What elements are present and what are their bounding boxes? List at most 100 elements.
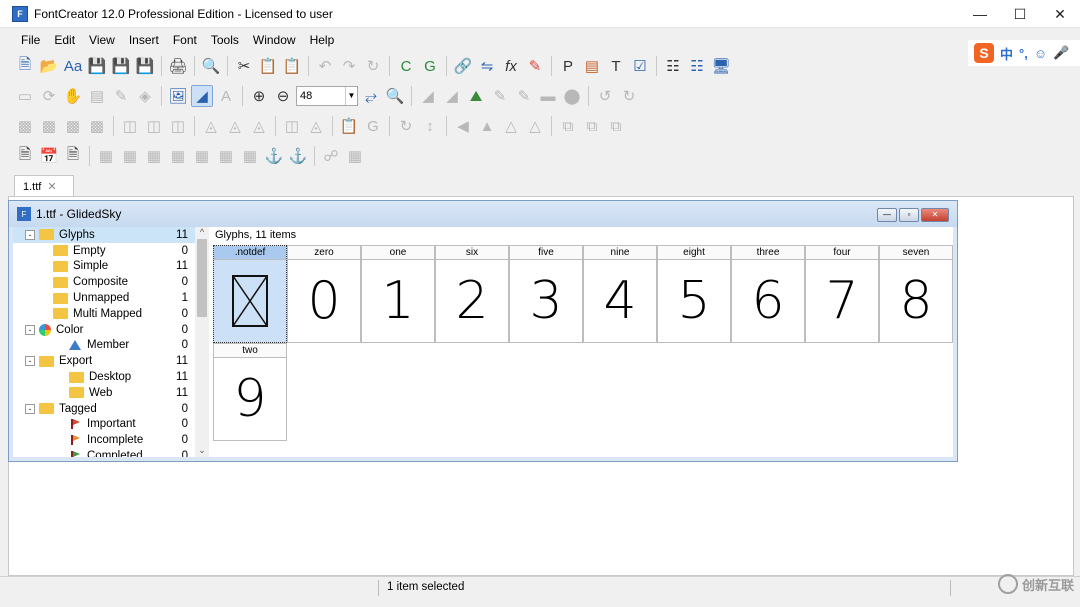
glyph-cell-nine[interactable]: nine 4: [583, 245, 657, 343]
hinting-icon[interactable]: ▦: [344, 145, 366, 167]
align-icon[interactable]: ▩: [86, 115, 108, 137]
align-left-icon[interactable]: ◫: [119, 115, 141, 137]
glyph-cell-two[interactable]: two 9: [213, 343, 287, 441]
menu-edit[interactable]: Edit: [47, 33, 82, 47]
close-button[interactable]: ✕: [1040, 0, 1080, 28]
font-preview-icon[interactable]: Aa: [62, 55, 84, 77]
rectangle-select-icon[interactable]: ▭: [14, 85, 36, 107]
glyph-g-icon[interactable]: G: [362, 115, 384, 137]
ruler-icon[interactable]: ▤: [86, 85, 108, 107]
collapse-icon[interactable]: -: [25, 403, 35, 414]
glyph-cell-eight[interactable]: eight 5: [657, 245, 731, 343]
minimize-button[interactable]: —: [877, 208, 897, 222]
triangle-icon[interactable]: ▲: [476, 115, 498, 137]
paste-icon[interactable]: 📋: [281, 55, 303, 77]
anchor-lock-icon[interactable]: ⚓: [287, 145, 309, 167]
scroll-up-icon[interactable]: ^: [195, 227, 209, 239]
calendar-icon[interactable]: 📅: [38, 145, 60, 167]
pencil-icon[interactable]: ✎: [110, 85, 132, 107]
intersect-icon[interactable]: ⧉: [605, 115, 627, 137]
new-document-icon[interactable]: 🗎: [14, 145, 36, 167]
align-bottom-icon[interactable]: ◬: [248, 115, 270, 137]
glyph-a-icon[interactable]: A: [215, 85, 237, 107]
tree-item-simple[interactable]: Simple 11: [13, 259, 208, 275]
pen-icon[interactable]: ✎: [513, 85, 535, 107]
glyph-cell-notdef[interactable]: .notdef: [213, 245, 287, 343]
align-middle-icon[interactable]: ◬: [224, 115, 246, 137]
triangle-icon[interactable]: △: [500, 115, 522, 137]
fill-icon[interactable]: ◈: [134, 85, 156, 107]
point-add-icon[interactable]: ◢: [441, 85, 463, 107]
tree-item-member[interactable]: Member 0: [13, 338, 208, 354]
menu-help[interactable]: Help: [303, 33, 342, 47]
function-icon[interactable]: fx: [500, 55, 522, 77]
hand-icon[interactable]: ✋: [62, 85, 84, 107]
zoom-out-icon[interactable]: ⊖: [272, 85, 294, 107]
undo-icon[interactable]: ↶: [314, 55, 336, 77]
minimize-button[interactable]: —: [960, 0, 1000, 28]
template-icon[interactable]: 🗎: [62, 145, 84, 167]
save-icon[interactable]: 💾: [86, 55, 108, 77]
nodes-icon[interactable]: ☍: [320, 145, 342, 167]
ellipse-icon[interactable]: ⬤: [561, 85, 583, 107]
insert-glyph-icon[interactable]: G: [419, 55, 441, 77]
web-icon[interactable]: ☷: [686, 55, 708, 77]
maximize-button[interactable]: ☐: [1000, 0, 1040, 28]
tree-item-empty[interactable]: Empty 0: [13, 243, 208, 259]
align-top-icon[interactable]: ◬: [200, 115, 222, 137]
ime-chinese-toggle[interactable]: 中: [1000, 44, 1013, 63]
insert-character-icon[interactable]: C: [395, 55, 417, 77]
properties-icon[interactable]: P: [557, 55, 579, 77]
tree-scrollbar[interactable]: ^ ⌄: [195, 227, 209, 457]
anchor-icon[interactable]: ⚓: [263, 145, 285, 167]
tree-item-color[interactable]: - Color 0: [13, 322, 208, 338]
point-icon[interactable]: ◢: [417, 85, 439, 107]
forward-icon[interactable]: ↻: [618, 85, 640, 107]
redo-icon[interactable]: ↷: [338, 55, 360, 77]
triangle-icon[interactable]: △: [524, 115, 546, 137]
menu-insert[interactable]: Insert: [122, 33, 166, 47]
subtract-icon[interactable]: ⧉: [581, 115, 603, 137]
preview-icon[interactable]: 🖼: [167, 85, 189, 107]
union-icon[interactable]: ⧉: [557, 115, 579, 137]
menu-tools[interactable]: Tools: [204, 33, 246, 47]
install-font-icon[interactable]: 🖥: [710, 55, 732, 77]
text-icon[interactable]: T: [605, 55, 627, 77]
ime-voice-icon[interactable]: 🎤: [1053, 45, 1069, 61]
grid-icon[interactable]: ▦: [119, 145, 141, 167]
close-button[interactable]: ✕: [921, 208, 949, 222]
menu-font[interactable]: Font: [166, 33, 204, 47]
zoom-in-icon[interactable]: ⊕: [248, 85, 270, 107]
align-center-icon[interactable]: ◫: [143, 115, 165, 137]
save-all-icon[interactable]: 💾: [134, 55, 156, 77]
grid-icon[interactable]: ▦: [143, 145, 165, 167]
tree-item-desktop[interactable]: Desktop 11: [13, 369, 208, 385]
link-icon[interactable]: 🔗: [452, 55, 474, 77]
flip-icon[interactable]: ↕: [419, 115, 441, 137]
unlink-icon[interactable]: ⇋: [476, 55, 498, 77]
glyph-cell-four[interactable]: four 7: [805, 245, 879, 343]
distribute-v-icon[interactable]: ◬: [305, 115, 327, 137]
ime-bar[interactable]: S 中 °, ☺ 🎤: [968, 40, 1080, 66]
rotate-icon[interactable]: ↻: [395, 115, 417, 137]
menu-view[interactable]: View: [82, 33, 122, 47]
close-icon[interactable]: ✕: [47, 180, 56, 193]
find-icon[interactable]: 🔍: [200, 55, 222, 77]
tree-item-unmapped[interactable]: Unmapped 1: [13, 290, 208, 306]
zoom-selection-icon[interactable]: 🔍: [384, 85, 406, 107]
glyph-cell-zero[interactable]: zero 0: [287, 245, 361, 343]
rectangle-icon[interactable]: ▬: [537, 85, 559, 107]
collapse-icon[interactable]: -: [25, 356, 35, 367]
print-icon[interactable]: 🖨: [167, 55, 189, 77]
open-icon[interactable]: 📂: [38, 55, 60, 77]
tree-item-web[interactable]: Web 11: [13, 385, 208, 401]
align-right-icon[interactable]: ◫: [167, 115, 189, 137]
menu-window[interactable]: Window: [246, 33, 303, 47]
ime-emoji-icon[interactable]: ☺: [1034, 46, 1047, 61]
outline-mode-icon[interactable]: ◢: [191, 85, 213, 107]
tree-item-composite[interactable]: Composite 0: [13, 274, 208, 290]
tree-item-tagged[interactable]: - Tagged 0: [13, 401, 208, 417]
grid-icon[interactable]: ▦: [215, 145, 237, 167]
chevron-down-icon[interactable]: ▼: [345, 87, 357, 105]
new-font-icon[interactable]: 🗎: [14, 55, 36, 77]
